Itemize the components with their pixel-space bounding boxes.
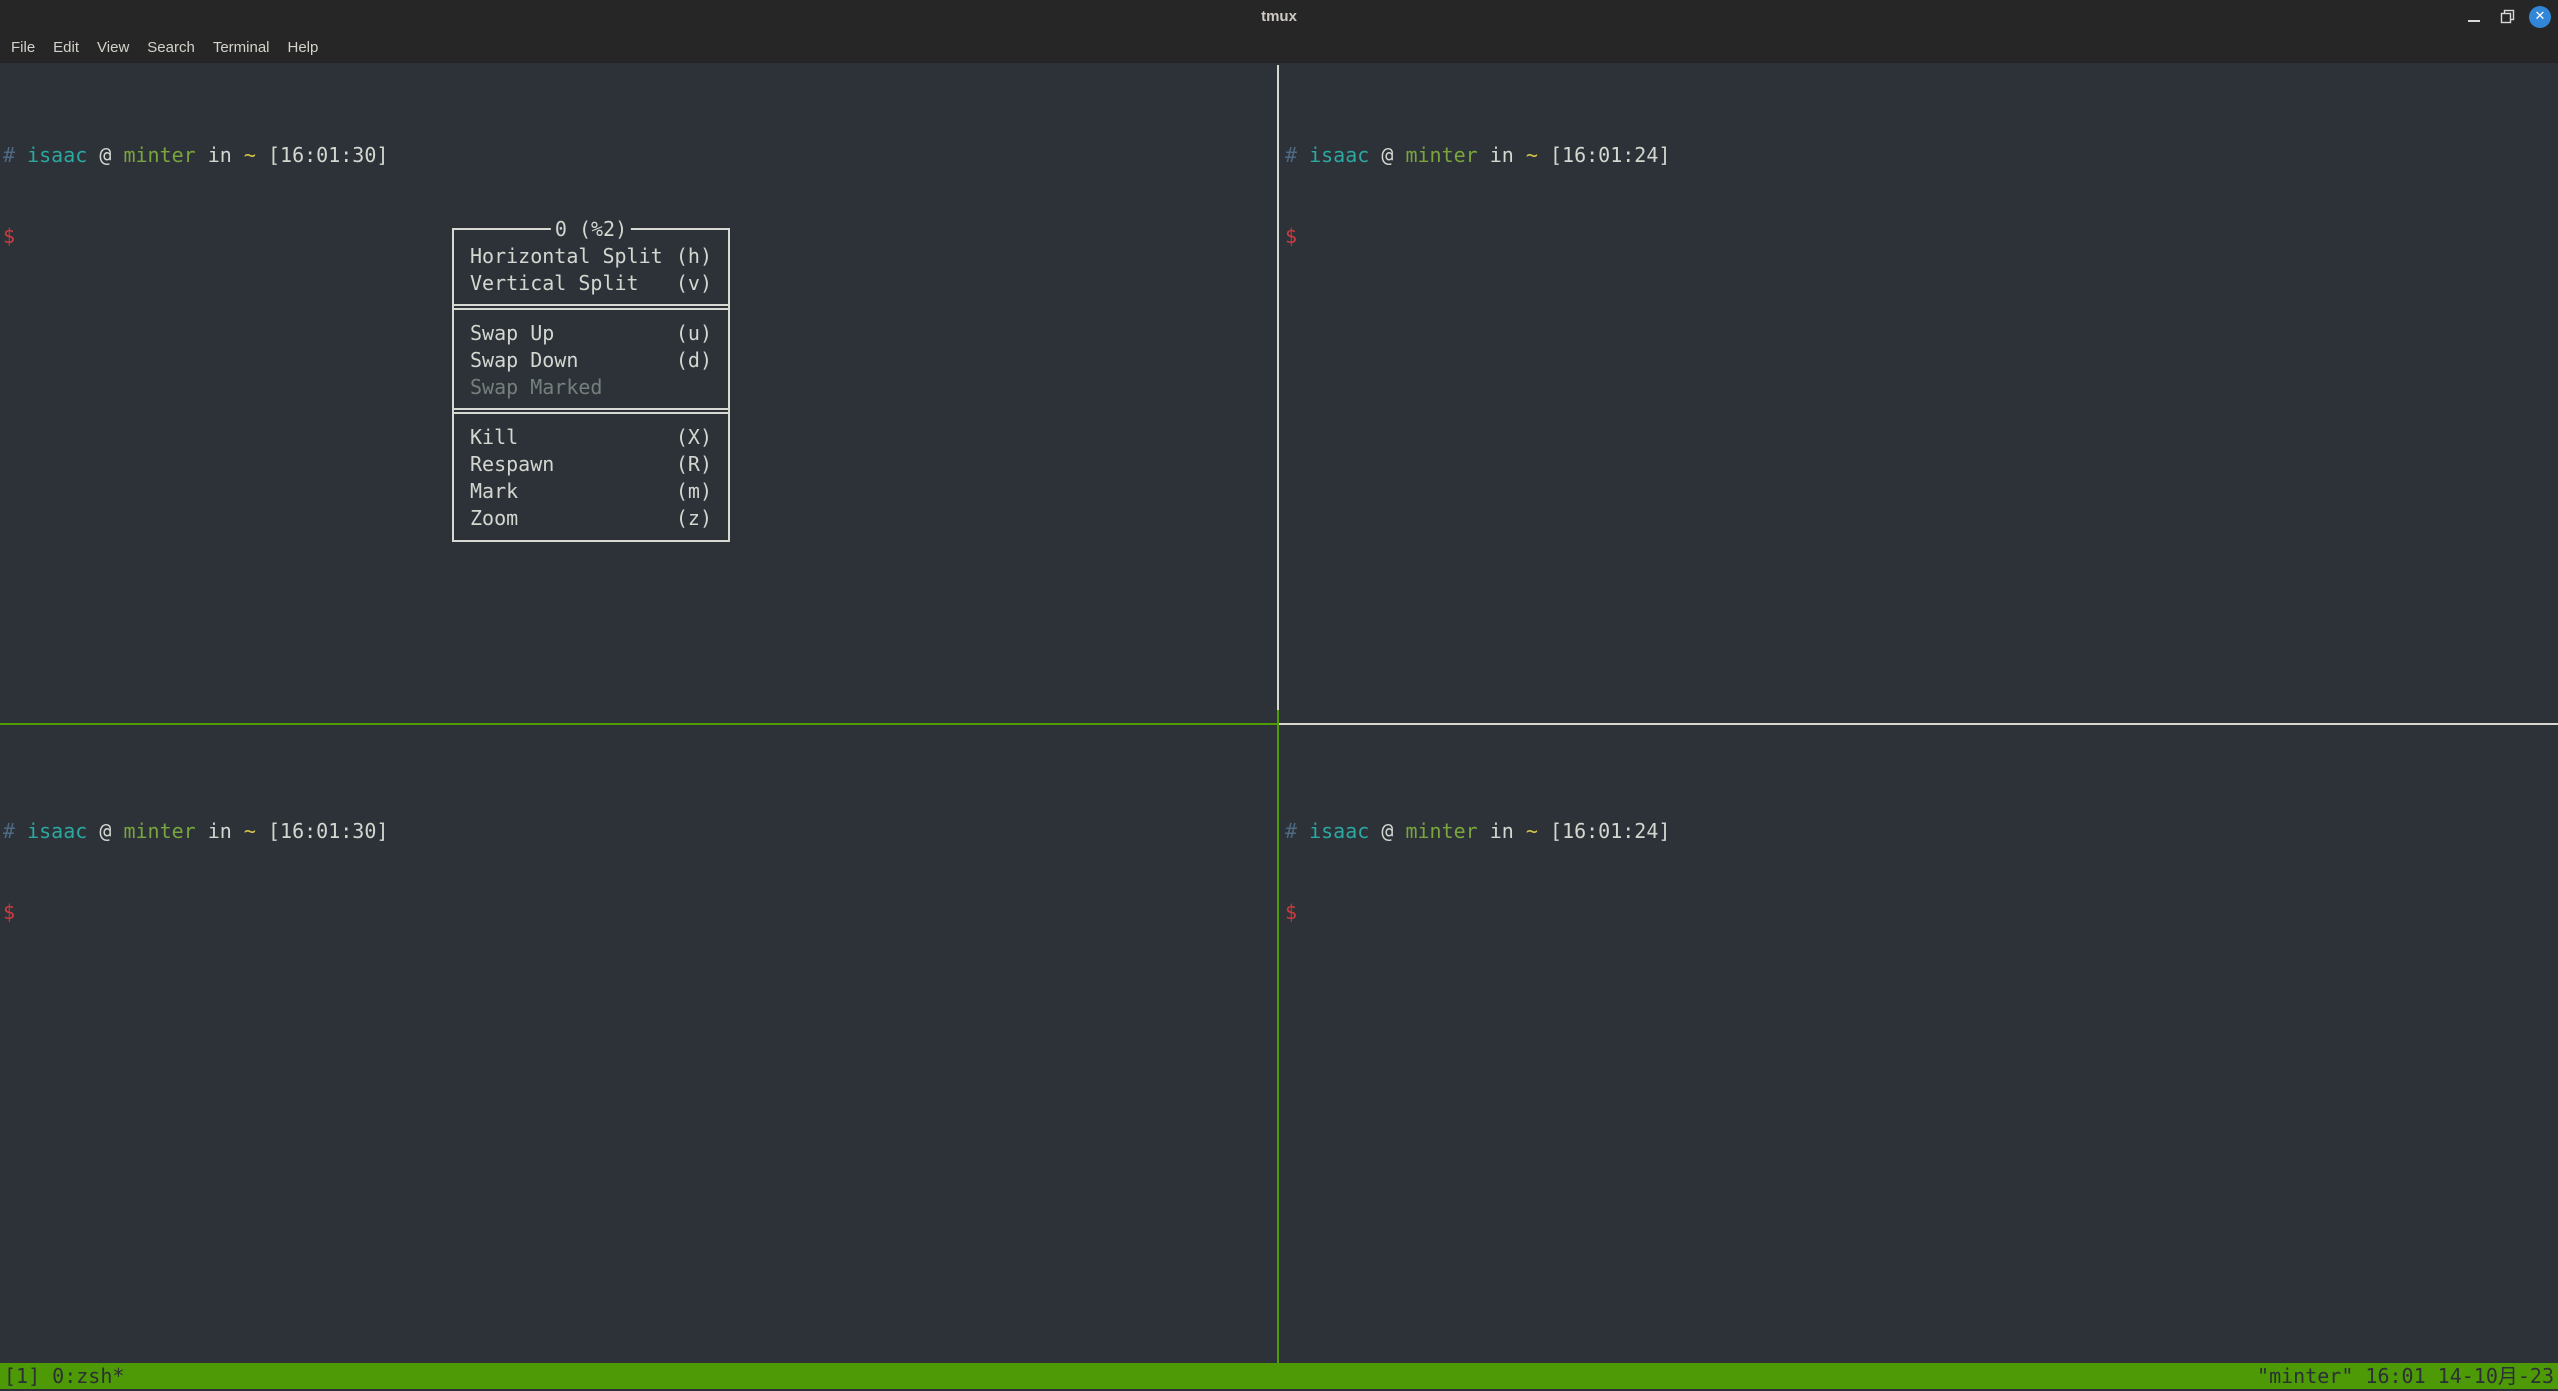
status-session-info: "minter" 16:01 14-10月-23 (2257, 1363, 2554, 1389)
menu-item-label: Swap Down (470, 347, 578, 374)
menubar-item-help[interactable]: Help (279, 33, 328, 63)
menu-item-label: Swap Marked (470, 374, 602, 401)
menu-item-key: (R) (676, 451, 712, 478)
menu-item-key: (d) (676, 347, 712, 374)
menu-item-key: (z) (676, 505, 712, 532)
menu-item-label: Swap Up (470, 320, 554, 347)
menu-item-label: Horizontal Split (470, 243, 663, 270)
menu-item-label: Zoom (470, 505, 518, 532)
menu-item-swap-marked: Swap Marked (454, 374, 728, 401)
status-window-list[interactable]: [1] 0:zsh* (4, 1363, 124, 1389)
pane-border-vertical-top[interactable] (1277, 65, 1279, 710)
menu-item-label: Vertical Split (470, 270, 639, 297)
terminal-window: tmux ✕ File Edit View Search Terminal He… (0, 0, 2558, 1391)
menu-item-key: (u) (676, 320, 712, 347)
menu-item-label: Respawn (470, 451, 554, 478)
prompt-symbol: $ (1285, 223, 1670, 250)
menu-separator (454, 304, 728, 310)
menubar-item-edit[interactable]: Edit (44, 33, 88, 63)
maximize-button[interactable] (2495, 5, 2519, 29)
pane-top-left[interactable]: # isaac @ minter in ~ [16:01:30] $ (3, 88, 388, 304)
menu-item-respawn[interactable]: Respawn (R) (454, 451, 728, 478)
prompt-line: # isaac @ minter in ~ [16:01:30] (3, 818, 388, 845)
menu-item-label: Kill (470, 424, 518, 451)
menu-item-vertical-split[interactable]: Vertical Split (v) (454, 270, 728, 297)
pane-border-vertical-bottom[interactable] (1277, 710, 1279, 1363)
menubar-item-view[interactable]: View (88, 33, 138, 63)
close-icon: ✕ (2529, 6, 2551, 28)
menu-item-kill[interactable]: Kill (X) (454, 424, 728, 451)
prompt-line: # isaac @ minter in ~ [16:01:30] (3, 142, 388, 169)
menu-item-key: (v) (676, 270, 712, 297)
pane-border-horizontal-left[interactable] (0, 723, 1277, 725)
menu-item-key: (X) (676, 424, 712, 451)
restore-window-icon (2500, 9, 2515, 24)
prompt-symbol: $ (3, 223, 388, 250)
menu-item-label: Mark (470, 478, 518, 505)
window-title: tmux (1261, 8, 1297, 25)
minimize-icon (2468, 20, 2480, 22)
terminal-screen: # isaac @ minter in ~ [16:01:30] $ # isa… (0, 63, 2558, 1391)
menubar-item-terminal[interactable]: Terminal (204, 33, 279, 63)
pane-bottom-right[interactable]: # isaac @ minter in ~ [16:01:24] $ (1285, 764, 1670, 980)
menu-item-key: (m) (676, 478, 712, 505)
window-controls: ✕ (2462, 0, 2552, 33)
prompt-symbol: $ (1285, 899, 1670, 926)
pane-top-right[interactable]: # isaac @ minter in ~ [16:01:24] $ (1285, 88, 1670, 304)
menu-title: 0 (%2) (551, 216, 631, 243)
menu-item-mark[interactable]: Mark (m) (454, 478, 728, 505)
minimize-button[interactable] (2462, 5, 2486, 29)
pane-bottom-left[interactable]: # isaac @ minter in ~ [16:01:30] $ (3, 764, 388, 980)
pane-border-horizontal-right[interactable] (1279, 723, 2558, 725)
prompt-symbol: $ (3, 899, 388, 926)
status-bar: [1] 0:zsh* "minter" 16:01 14-10月-23 (0, 1363, 2558, 1389)
titlebar[interactable]: tmux ✕ (0, 0, 2558, 33)
menu-item-swap-down[interactable]: Swap Down (d) (454, 347, 728, 374)
close-button[interactable]: ✕ (2528, 5, 2552, 29)
menubar-item-file[interactable]: File (2, 33, 44, 63)
menu-item-key: (h) (676, 243, 712, 270)
menu-item-zoom[interactable]: Zoom (z) (454, 505, 728, 532)
menu-separator (454, 408, 728, 414)
prompt-line: # isaac @ minter in ~ [16:01:24] (1285, 818, 1670, 845)
menubar: File Edit View Search Terminal Help (0, 33, 2558, 63)
tmux-pane-menu: 0 (%2) Horizontal Split (h) Vertical Spl… (452, 228, 730, 542)
menubar-item-search[interactable]: Search (138, 33, 204, 63)
menu-item-swap-up[interactable]: Swap Up (u) (454, 320, 728, 347)
prompt-line: # isaac @ minter in ~ [16:01:24] (1285, 142, 1670, 169)
menu-item-horizontal-split[interactable]: Horizontal Split (h) (454, 243, 728, 270)
